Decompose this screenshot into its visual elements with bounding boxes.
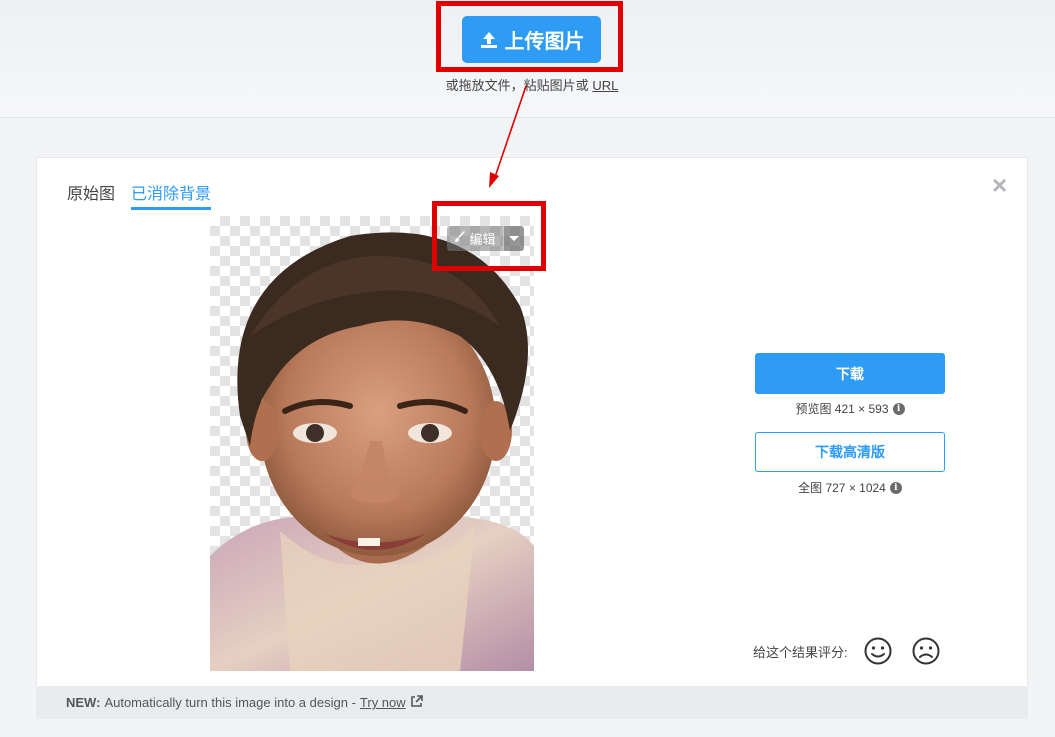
upload-icon (479, 30, 499, 50)
preview-size-note: 预览图 421 × 593 i (755, 400, 945, 417)
edit-dropdown-button[interactable] (503, 226, 524, 251)
info-icon[interactable]: i (892, 402, 905, 415)
brush-icon (454, 231, 466, 246)
url-link[interactable]: URL (592, 78, 618, 93)
result-image (210, 216, 534, 671)
tab-background-removed[interactable]: 已消除背景 (131, 180, 212, 210)
drop-hint: 或拖放文件，粘贴图片或 URL (0, 75, 1055, 94)
full-size-note: 全图 727 × 1024 i (755, 479, 945, 496)
frown-icon[interactable] (911, 636, 941, 671)
promo-text: Automatically turn this image into a des… (104, 695, 356, 710)
drop-hint-text: 或拖放文件，粘贴图片或 (445, 78, 589, 93)
edit-label: 编辑 (469, 232, 496, 247)
edit-control: 编辑 (447, 226, 524, 251)
new-tag: NEW: (66, 695, 101, 710)
close-icon[interactable]: × (992, 172, 1007, 198)
download-hd-button[interactable]: 下载高清版 (755, 432, 945, 472)
tab-original[interactable]: 原始图 (67, 180, 115, 204)
download-button[interactable]: 下载 (755, 353, 945, 394)
footer-promo-bar: NEW: Automatically turn this image into … (36, 686, 1028, 719)
external-link-icon[interactable] (410, 694, 423, 711)
smile-icon[interactable] (863, 636, 893, 671)
edit-button[interactable]: 编辑 (447, 226, 503, 251)
preview-size-label: 预览图 421 × 593 (795, 402, 889, 416)
info-icon[interactable]: i (889, 481, 902, 494)
caret-down-icon (509, 236, 519, 241)
full-size-label: 全图 727 × 1024 (798, 481, 886, 495)
try-now-link[interactable]: Try now (360, 695, 406, 710)
upload-image-button[interactable]: 上传图片 (462, 16, 601, 63)
rating-label: 给这个结果评分: (753, 645, 848, 660)
upload-button-label: 上传图片 (504, 31, 585, 53)
